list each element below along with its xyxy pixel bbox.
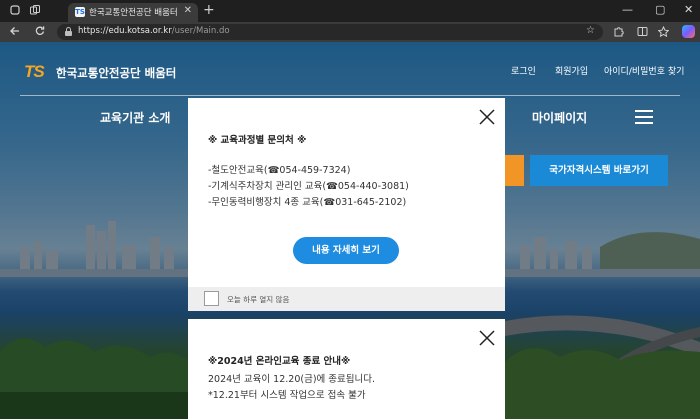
detail-button[interactable]: 내용 자세히 보기 (293, 237, 399, 264)
menu-icon[interactable] (635, 110, 653, 124)
find-account-link[interactable]: 아이디/비밀번호 찾기 (604, 64, 684, 77)
url-text: https://edu.kotsa.or.kr/user/Main.do (78, 26, 230, 36)
close-icon[interactable] (478, 108, 496, 126)
browser-toolbar: https://edu.kotsa.or.kr/user/Main.do ☆ (0, 22, 700, 42)
contact-popup: ※ 교육과정별 문의처 ※ -철도안전교육(☎054-459-7324) -기계… (188, 98, 505, 311)
popup-footer: 오늘 하루 열지 않음 (188, 287, 505, 311)
new-tab-icon[interactable]: + (203, 3, 215, 17)
close-icon[interactable]: ✕ (184, 5, 192, 16)
back-icon[interactable] (8, 25, 22, 39)
contact-line: -무인동력비행장치 4종 교육(☎031-645-2102) (208, 197, 407, 208)
gnb-divider (20, 95, 680, 96)
url-path: /user/Main.do (171, 26, 230, 36)
popup-title: ※2024년 온라인교육 종료 안내※ (208, 356, 351, 367)
site-favicon: TS (75, 7, 85, 17)
popup-title: ※ 교육과정별 문의처 ※ (208, 135, 307, 146)
gnb-item-about[interactable]: 교육기관 소개 (100, 109, 170, 126)
close-window-icon[interactable]: ✕ (684, 3, 693, 17)
tab-title: 한국교통안전공단 배움터 (89, 8, 178, 18)
dont-show-today-label[interactable]: 오늘 하루 열지 않음 (227, 294, 289, 305)
web-page: TS 한국교통안전공단 배움터 로그인 회원가입 아이디/비밀번호 찾기 교육기… (0, 42, 700, 419)
browser-tab-active[interactable]: TS 한국교통안전공단 배움터 ✕ (68, 3, 198, 22)
notice-line: 2024년 교육이 12.20(금)에 종료됩니다. (208, 374, 376, 385)
close-icon[interactable] (478, 329, 496, 347)
logo-mark: TS (24, 62, 45, 81)
url-host: https://edu.kotsa.or.kr (78, 26, 172, 36)
star-icon[interactable]: ☆ (586, 25, 595, 36)
logo-name: 한국교통안전공단 배움터 (56, 66, 177, 80)
orange-quick-button[interactable] (505, 155, 524, 186)
address-bar[interactable]: https://edu.kotsa.or.kr/user/Main.do ☆ (57, 24, 603, 40)
signup-link[interactable]: 회원가입 (555, 64, 588, 77)
notice-popup: ※2024년 온라인교육 종료 안내※ 2024년 교육이 12.20(금)에 … (188, 319, 505, 419)
national-qualification-button[interactable]: 국가자격시스템 바로가기 (530, 155, 668, 186)
workspaces-icon[interactable] (28, 4, 42, 18)
notice-line: *12.21부터 시스템 작업으로 접속 불가 (208, 390, 366, 401)
minimize-icon[interactable]: — (622, 3, 633, 17)
favorites-icon[interactable] (657, 25, 669, 38)
dont-show-today-checkbox[interactable] (204, 291, 219, 306)
split-screen-icon[interactable] (636, 26, 648, 38)
lock-icon[interactable] (64, 26, 73, 40)
refresh-icon[interactable] (33, 25, 47, 39)
browser-tab-bar: TS 한국교통안전공단 배움터 ✕ + — ▢ ✕ (0, 0, 700, 22)
gnb-item-mypage[interactable]: 마이페이지 (532, 109, 587, 126)
login-link[interactable]: 로그인 (511, 64, 536, 77)
tab-actions-icon[interactable] (8, 4, 22, 18)
copilot-icon[interactable] (682, 25, 695, 38)
contact-line: -철도안전교육(☎054-459-7324) (208, 165, 351, 176)
extensions-icon[interactable] (612, 26, 624, 38)
maximize-icon[interactable]: ▢ (655, 3, 665, 17)
contact-line: -기계식주차장치 관리인 교육(☎054-440-3081) (208, 181, 409, 192)
